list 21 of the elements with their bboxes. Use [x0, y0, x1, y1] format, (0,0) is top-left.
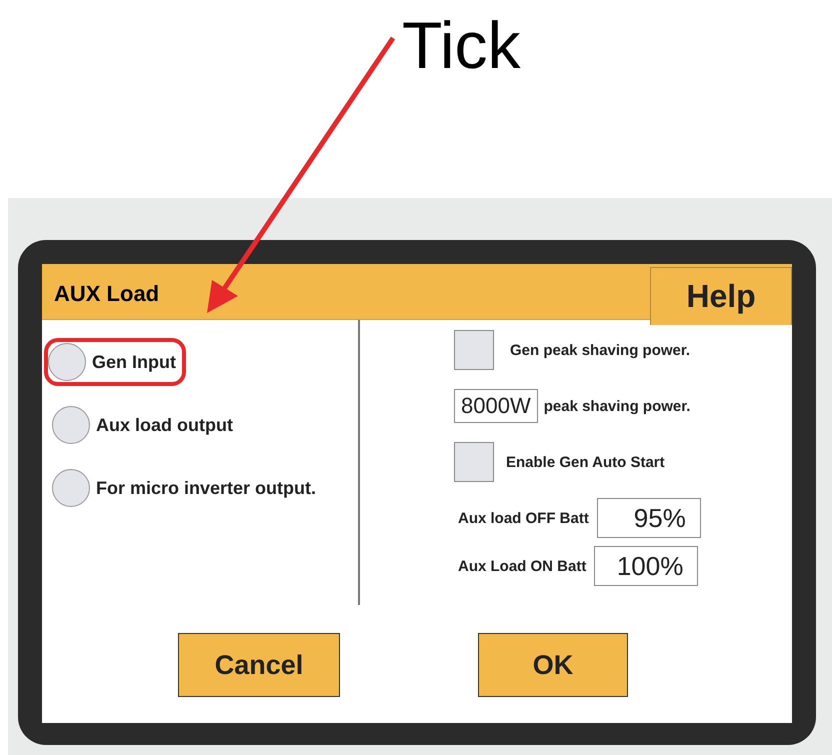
cancel-button[interactable]: Cancel [178, 633, 340, 697]
help-button[interactable]: Help [650, 267, 792, 325]
checkbox[interactable] [454, 330, 494, 370]
battery-field[interactable]: 95% [596, 498, 701, 538]
option-label: Gen Input [92, 352, 176, 372]
annotation-label: Tick [402, 12, 521, 80]
battery-field[interactable]: 100% [594, 546, 698, 586]
setting-label: Enable Gen Auto Start [506, 454, 665, 470]
power-field[interactable]: 8000W [454, 389, 538, 423]
setting-label: Aux load OFF Batt [458, 510, 589, 526]
checkbox[interactable] [454, 442, 494, 482]
radio-button[interactable] [52, 406, 90, 444]
radio-button[interactable] [52, 469, 90, 507]
setting-label: Aux Load ON Batt [458, 558, 586, 574]
option-label: Aux load output [96, 414, 233, 436]
dialog-title: AUX Load [53, 281, 160, 308]
radio-button[interactable] [48, 343, 86, 381]
ok-button[interactable]: OK [478, 633, 628, 697]
setting-label: peak shaving power. [544, 398, 690, 414]
option-label: For micro inverter output. [96, 478, 316, 498]
setting-label: Gen peak shaving power. [510, 342, 690, 358]
